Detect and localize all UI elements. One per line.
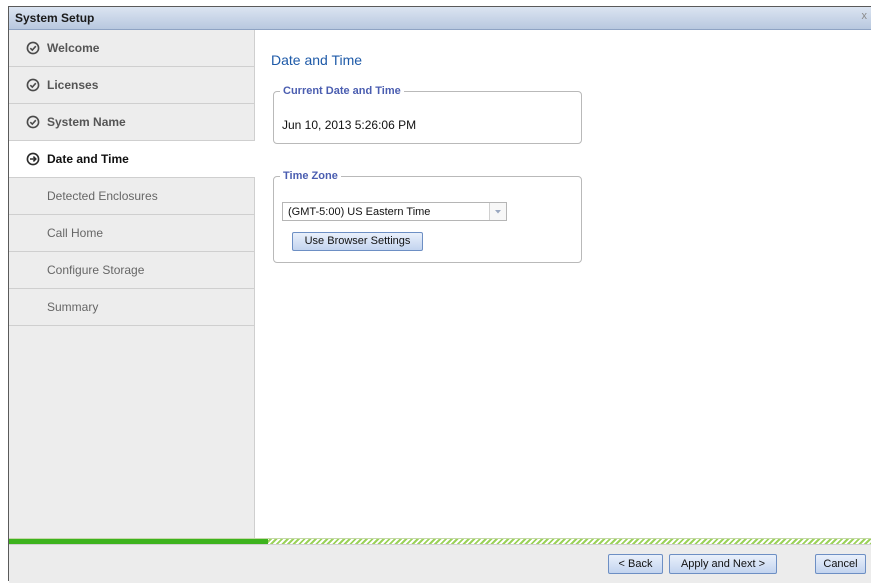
wizard-steps-sidebar: Welcome Licenses System Name Date and Ti… <box>9 30 255 538</box>
sidebar-item-label: Welcome <box>47 41 100 55</box>
system-setup-dialog: System Setup x Welcome Licenses System N… <box>8 6 871 583</box>
sidebar-item-configure-storage[interactable]: Configure Storage <box>9 252 254 289</box>
check-circle-icon <box>26 78 40 92</box>
current-date-time-legend: Current Date and Time <box>283 85 401 97</box>
sidebar-item-summary[interactable]: Summary <box>9 289 254 326</box>
sidebar-item-label: Licenses <box>47 78 99 92</box>
sidebar-item-label: Configure Storage <box>47 263 145 277</box>
sidebar-item-system-name[interactable]: System Name <box>9 104 254 141</box>
sidebar-item-label: Detected Enclosures <box>47 189 158 203</box>
sidebar-item-label: Summary <box>47 300 99 314</box>
chevron-down-icon[interactable] <box>489 203 506 220</box>
check-circle-icon <box>26 115 40 129</box>
back-button[interactable]: < Back <box>608 554 663 574</box>
footer-bar: < Back Apply and Next > Cancel <box>9 544 871 583</box>
check-circle-icon <box>26 41 40 55</box>
page-title: Date and Time <box>271 52 363 68</box>
current-date-time-value: Jun 10, 2013 5:26:06 PM <box>282 118 417 132</box>
main-panel: Date and Time Current Date and Time Jun … <box>255 30 871 538</box>
sidebar-item-detected-enclosures[interactable]: Detected Enclosures <box>9 178 254 215</box>
sidebar-item-date-and-time[interactable]: Date and Time <box>9 141 255 178</box>
sidebar-item-welcome[interactable]: Welcome <box>9 30 254 67</box>
sidebar-item-call-home[interactable]: Call Home <box>9 215 254 252</box>
time-zone-select[interactable]: (GMT-5:00) US Eastern Time <box>282 202 507 221</box>
time-zone-selected-value: (GMT-5:00) US Eastern Time <box>288 206 431 218</box>
use-browser-settings-button[interactable]: Use Browser Settings <box>292 232 423 251</box>
current-date-time-group: Current Date and Time Jun 10, 2013 5:26:… <box>273 85 582 144</box>
cancel-button[interactable]: Cancel <box>815 554 866 574</box>
sidebar-item-label: Call Home <box>47 226 104 240</box>
time-zone-legend: Time Zone <box>283 170 338 182</box>
sidebar-item-label: System Name <box>47 115 126 129</box>
title-bar: System Setup x <box>9 7 871 30</box>
time-zone-group: Time Zone (GMT-5:00) US Eastern Time Use… <box>273 170 582 263</box>
dialog-title: System Setup <box>15 11 95 25</box>
apply-and-next-button[interactable]: Apply and Next > <box>669 554 777 574</box>
sidebar-item-licenses[interactable]: Licenses <box>9 67 254 104</box>
sidebar-item-label: Date and Time <box>47 152 129 166</box>
close-icon[interactable]: x <box>862 10 868 22</box>
arrow-circle-icon <box>26 152 40 166</box>
